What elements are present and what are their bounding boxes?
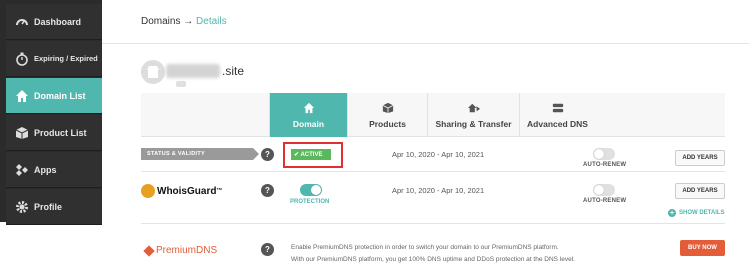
help-icon[interactable]: ? <box>261 148 274 161</box>
sidebar-item-label: Profile <box>34 201 63 212</box>
breadcrumb-root[interactable]: Domains <box>141 16 180 27</box>
home-icon <box>303 101 315 115</box>
domain-sub-redacted <box>176 81 186 87</box>
validity-dates: Apr 10, 2020 - Apr 10, 2021 <box>392 150 485 159</box>
sidebar-item-label: Product List <box>34 127 87 138</box>
premiumdns-line: Enable PremiumDNS protection in order to… <box>291 244 559 251</box>
domain-name-redacted <box>166 64 220 78</box>
divider <box>141 223 725 224</box>
apps-icon <box>14 162 30 178</box>
show-details-label: SHOW DETAILS <box>679 210 725 216</box>
plus-icon: + <box>668 209 676 217</box>
tab-products[interactable]: Products <box>347 93 427 137</box>
help-icon[interactable]: ? <box>261 243 274 256</box>
domain-tld: .site <box>222 64 245 78</box>
trademark-symbol: ™ <box>216 188 223 194</box>
breadcrumb-current: Details <box>196 16 227 27</box>
tab-bar: Domain Products Sharing & Transfer Advan… <box>141 93 725 137</box>
sidebar-item-domain-list[interactable]: Domain List <box>6 78 108 114</box>
divider <box>141 171 725 172</box>
server-icon <box>552 101 564 115</box>
sidebar-item-label: Domain List <box>34 90 86 101</box>
home-icon <box>14 88 30 104</box>
show-details-link[interactable]: + SHOW DETAILS <box>668 209 725 217</box>
premiumdns-line: With our PremiumDNS platform, you get 10… <box>291 256 575 263</box>
add-years-button[interactable]: ADD YEARS <box>675 150 725 166</box>
auto-renew-toggle[interactable] <box>593 184 615 196</box>
sidebar-item-apps[interactable]: Apps <box>6 152 102 188</box>
tab-label: Products <box>369 119 406 129</box>
divider <box>102 43 749 44</box>
protection-toggle[interactable] <box>300 184 322 196</box>
share-icon <box>467 101 481 115</box>
help-icon[interactable]: ? <box>261 184 274 197</box>
premiumdns-logo: PremiumDNS <box>143 244 218 257</box>
sidebar: Dashboard Expiring / Expired Domain List… <box>0 0 108 225</box>
whoisguard-logo: WhoisGuard ™ <box>141 184 222 198</box>
auto-renew-label: AUTO-RENEW <box>583 198 627 204</box>
sidebar-item-label: Expiring / Expired <box>34 54 98 63</box>
sidebar-item-profile[interactable]: Profile <box>6 189 102 225</box>
active-indicator <box>102 90 108 102</box>
whoisguard-brand: WhoisGuard <box>157 185 217 197</box>
tab-domain[interactable]: Domain <box>269 93 347 137</box>
sidebar-item-product-list[interactable]: Product List <box>6 115 102 151</box>
gauge-icon <box>14 14 30 30</box>
premiumdns-description: Enable PremiumDNS protection in order to… <box>291 242 671 266</box>
sidebar-item-dashboard[interactable]: Dashboard <box>6 4 102 40</box>
diamond-icon <box>143 244 155 257</box>
sidebar-item-label: Dashboard <box>34 16 82 27</box>
premiumdns-brand: PremiumDNS <box>156 245 218 256</box>
whoisguard-icon <box>141 184 155 198</box>
status-badge: ✔ ACTIVE <box>291 149 331 160</box>
status-validity-label: STATUS & VALIDITY <box>141 148 259 160</box>
store-icon <box>141 60 165 84</box>
stopwatch-icon <box>14 51 30 67</box>
tab-label: Sharing & Transfer <box>435 119 512 129</box>
breadcrumb: Domains → Details <box>141 16 227 27</box>
tab-label: Domain <box>292 119 325 129</box>
box-icon <box>14 125 30 141</box>
sidebar-item-label: Apps <box>34 164 57 175</box>
buy-now-button[interactable]: BUY NOW <box>680 240 725 256</box>
add-years-button[interactable]: ADD YEARS <box>675 183 725 199</box>
breadcrumb-separator: → <box>183 16 194 27</box>
box-icon <box>382 101 394 115</box>
tab-label: Advanced DNS <box>527 119 588 129</box>
tab-sharing-transfer[interactable]: Sharing & Transfer <box>427 93 519 137</box>
tab-advanced-dns[interactable]: Advanced DNS <box>519 93 595 137</box>
app: Dashboard Expiring / Expired Domain List… <box>0 0 749 271</box>
auto-renew-label: AUTO-RENEW <box>583 162 627 168</box>
sidebar-item-expiring[interactable]: Expiring / Expired <box>6 41 102 77</box>
protection-label: PROTECTION <box>290 199 330 205</box>
gear-icon <box>14 199 30 215</box>
validity-dates: Apr 10, 2020 - Apr 10, 2021 <box>392 186 485 195</box>
auto-renew-toggle[interactable] <box>593 148 615 160</box>
